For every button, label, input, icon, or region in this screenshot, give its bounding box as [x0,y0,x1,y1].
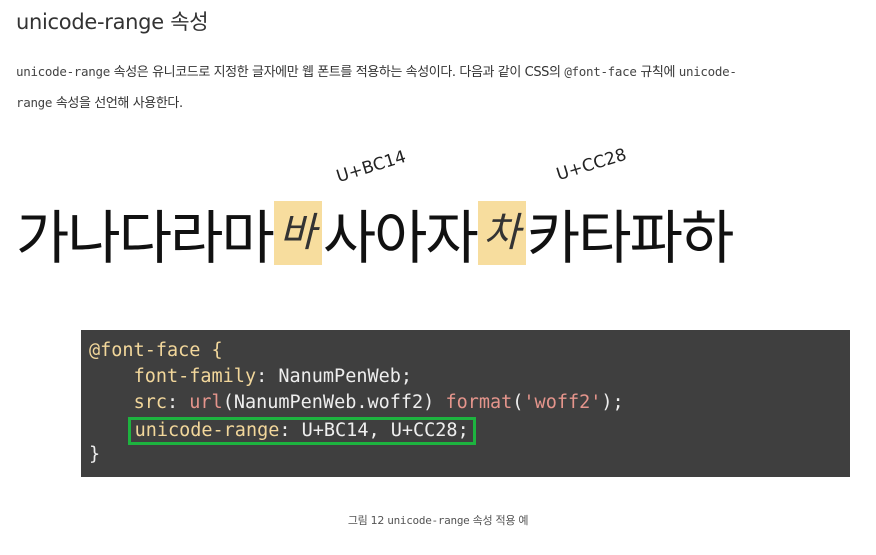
description-paragraph: unicode-range 속성은 유니코드로 지정한 글자에만 웹 폰트를 적… [16,57,866,119]
codepoint-label-cc28: U+CC28 [554,144,629,185]
code-prop-font-family: font-family [133,366,257,387]
code-at-rule: @font-face { [89,340,223,361]
caption-code-term: unicode-range [387,514,470,527]
code-prop-src: src [133,392,167,413]
section-heading: unicode-range 속성 [16,10,209,34]
code-value-unicode-range: : U+BC14, U+CC28; [279,420,469,441]
code-closing-brace: } [89,444,101,465]
inline-code-font-face: @font-face [564,64,637,79]
hangul-segment-middle: 사아자 [322,204,479,272]
code-line-5: } [89,442,842,468]
code-line-2: font-family: NanumPenWeb; [89,364,842,390]
figure-unicode-range-example: U+BC14 U+CC28 가나다라마 바 사아자 차 카타파하 @font-f… [0,130,876,510]
hangul-segment-after: 카타파하 [526,204,734,272]
inline-code-unicode-prefix: unicode- [678,64,737,79]
code-url-arg: (NanumPenWeb.woff2) [222,392,446,413]
inline-code-range-suffix: range [16,95,53,110]
code-line-3: src: url(NanumPenWeb.woff2) format('woff… [89,390,842,416]
codepoint-label-bc14: U+BC14 [334,146,409,187]
caption-prefix: 그림 12 [347,514,388,527]
hangul-sample-row: 가나다라마 바 사아자 차 카타파하 [16,198,734,272]
code-prop-unicode-range: unicode-range [134,420,280,441]
highlighted-glyph-cha: 차 [477,201,526,265]
css-code-block: @font-face { font-family: NanumPenWeb; s… [81,330,850,477]
code-fn-format: format [445,392,513,413]
figure-caption: 그림 12 unicode-range 속성 적용 예 [0,512,876,528]
paragraph-text-1: 속성은 유니코드로 지정한 글자에만 웹 폰트를 적용하는 속성이다. 다음과 … [109,65,565,80]
code-fn-url: url [189,392,223,413]
paragraph-text-2: 규칙에 [636,65,679,80]
code-paren: ( [512,392,524,413]
code-value-font-family: : NanumPenWeb; [256,366,413,387]
highlight-box-unicode-range: unicode-range: U+BC14, U+CC28; [127,417,476,445]
code-line-end: ); [601,392,624,413]
code-line-4: unicode-range: U+BC14, U+CC28; [89,416,842,445]
code-string-woff2: 'woff2' [523,392,602,413]
hangul-segment-before: 가나다라마 [16,204,275,272]
highlighted-glyph-ba: 바 [273,201,322,265]
inline-code-unicode-range: unicode-range [16,64,110,79]
caption-suffix: 속성 적용 예 [469,514,529,527]
paragraph-text-3: 속성을 선언해 사용한다. [52,96,183,111]
code-line-1: @font-face { [89,338,842,364]
code-colon: : [166,392,190,413]
